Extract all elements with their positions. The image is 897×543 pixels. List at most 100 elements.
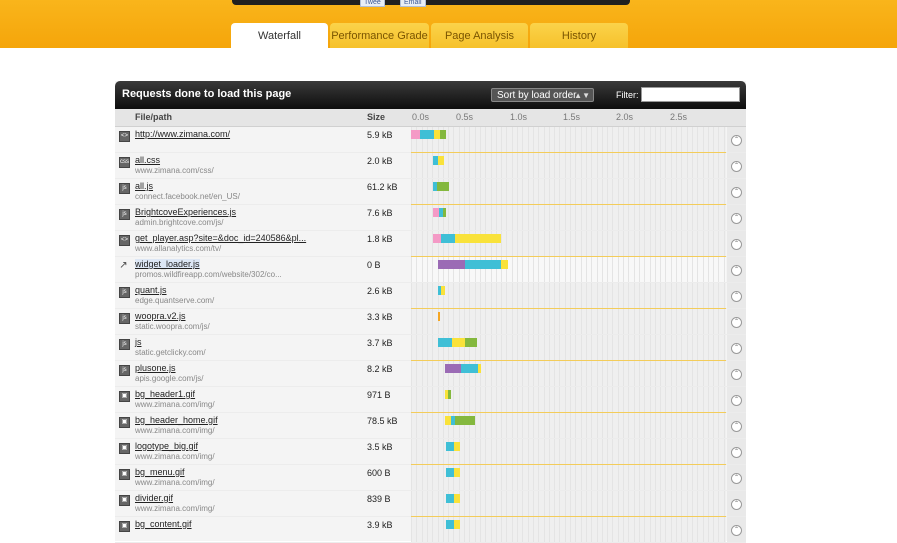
- expand-toggle-icon[interactable]: ⌃: [731, 421, 742, 432]
- grid-line: [506, 439, 508, 464]
- request-file-link[interactable]: all.css: [135, 155, 160, 165]
- email-button[interactable]: Email: [400, 0, 426, 7]
- request-file-link[interactable]: BrightcoveExperiences.js: [135, 207, 236, 217]
- tab-page-analysis[interactable]: Page Analysis: [431, 23, 528, 48]
- request-file-link[interactable]: all.js: [135, 181, 153, 191]
- request-file-link[interactable]: plusone.js: [135, 363, 176, 373]
- grid-line: [522, 491, 524, 516]
- request-row[interactable]: js BrightcoveExperiences.js admin.brightco…: [115, 205, 746, 231]
- expand-toggle-icon[interactable]: ⌃: [731, 473, 742, 484]
- grid-line: [638, 335, 640, 360]
- request-file-link[interactable]: bg_content.gif: [135, 519, 192, 529]
- sort-select[interactable]: Sort by load order ▲▼: [491, 88, 594, 102]
- expand-toggle-icon[interactable]: ⌃: [731, 187, 742, 198]
- tab-waterfall[interactable]: Waterfall: [231, 23, 328, 48]
- grid-line: [506, 231, 508, 256]
- grid-line: [686, 387, 688, 412]
- request-row[interactable]: <> get_player.asp?site=&doc_id=240586&pl.…: [115, 231, 746, 257]
- tweet-button[interactable]: Twee: [360, 0, 385, 7]
- grid-line: [617, 335, 619, 360]
- expand-toggle-icon[interactable]: ⌃: [731, 343, 742, 354]
- grid-line: [612, 335, 614, 360]
- expand-toggle-icon[interactable]: ⌃: [731, 291, 742, 302]
- grid-line: [713, 335, 715, 360]
- request-row[interactable]: js woopra.v2.js static.woopra.com/js/3.3 k…: [115, 309, 746, 335]
- grid-line: [713, 361, 715, 386]
- expand-toggle-icon[interactable]: ⌃: [731, 161, 742, 172]
- request-row[interactable]: ▣ divider.gif www.zimana.com/img/839 B ⌃: [115, 491, 746, 517]
- request-file-link[interactable]: quant.js: [135, 285, 167, 295]
- grid-line: [522, 309, 524, 334]
- grid-line: [495, 153, 497, 178]
- grid-line: [638, 361, 640, 386]
- grid-line: [644, 517, 646, 542]
- expand-toggle-icon[interactable]: ⌃: [731, 369, 742, 380]
- grid-line: [660, 387, 662, 412]
- expand-toggle-icon[interactable]: ⌃: [731, 447, 742, 458]
- request-file-link[interactable]: woopra.v2.js: [135, 311, 186, 321]
- expand-toggle-icon[interactable]: ⌃: [731, 239, 742, 250]
- request-row[interactable]: js js static.getclicky.com/3.7 kB ⌃: [115, 335, 746, 361]
- grid-line: [485, 153, 487, 178]
- request-file-link[interactable]: widget_loader.js: [135, 259, 200, 269]
- request-row[interactable]: ▣ bg_header_home.gif www.zimana.com/img/78…: [115, 413, 746, 439]
- grid-line: [464, 491, 465, 516]
- request-file-link[interactable]: bg_menu.gif: [135, 467, 185, 477]
- grid-line: [670, 127, 672, 152]
- grid-line: [649, 231, 651, 256]
- waterfall-track: [411, 413, 726, 438]
- grid-line: [644, 127, 646, 152]
- waterfall-track: [411, 231, 726, 256]
- request-row[interactable]: <> http://www.zimana.com/5.9 kB ⌃: [115, 127, 746, 153]
- grid-line: [522, 387, 524, 412]
- expand-toggle-icon[interactable]: ⌃: [731, 135, 742, 146]
- request-row[interactable]: ↗ widget_loader.js promos.wildfireapp.com/…: [115, 257, 746, 283]
- request-file-link[interactable]: http://www.zimana.com/: [135, 129, 230, 139]
- request-row[interactable]: js quant.js edge.quantserve.com/2.6 kB ⌃: [115, 283, 746, 309]
- grid-line: [554, 413, 556, 438]
- grid-line: [707, 283, 709, 308]
- tab-history[interactable]: History: [530, 23, 628, 48]
- share-bar: Twee Email: [232, 0, 630, 7]
- grid-line: [691, 127, 693, 152]
- request-row[interactable]: ▣ bg_content.gif 3.9 kB ⌃: [115, 517, 746, 543]
- grid-line: [697, 517, 699, 542]
- waterfall-track: [411, 387, 726, 412]
- grid-line: [485, 179, 487, 204]
- expand-toggle-icon[interactable]: ⌃: [731, 499, 742, 510]
- image-file-icon: ▣: [119, 391, 130, 402]
- request-row[interactable]: css all.css www.zimana.com/css/2.0 kB ⌃: [115, 153, 746, 179]
- request-row[interactable]: ▣ bg_header1.gif www.zimana.com/img/971 B ⌃: [115, 387, 746, 413]
- waterfall-track: [411, 283, 726, 308]
- request-file-link[interactable]: bg_header1.gif: [135, 389, 195, 399]
- request-file-link[interactable]: divider.gif: [135, 493, 173, 503]
- expand-toggle-icon[interactable]: ⌃: [731, 317, 742, 328]
- grid-line: [564, 309, 566, 334]
- grid-line: [691, 387, 693, 412]
- expand-toggle-icon[interactable]: ⌃: [731, 213, 742, 224]
- request-size: 3.9 kB: [367, 520, 393, 530]
- request-row[interactable]: ▣ logotype_big.gif www.zimana.com/img/3.5 …: [115, 439, 746, 465]
- grid-line: [554, 153, 556, 178]
- timing-segment-pink: [433, 234, 441, 243]
- expand-toggle-icon[interactable]: ⌃: [731, 395, 742, 406]
- request-file-link[interactable]: logotype_big.gif: [135, 441, 198, 451]
- tab-performance-grade[interactable]: Performance Grade: [330, 23, 429, 48]
- filter-input[interactable]: [641, 87, 740, 102]
- grid-line: [633, 413, 635, 438]
- request-row[interactable]: js plusone.js apis.google.com/js/8.2 kB ⌃: [115, 361, 746, 387]
- request-file-link[interactable]: bg_header_home.gif: [135, 415, 218, 425]
- request-file-link[interactable]: js: [135, 337, 142, 347]
- grid-line: [564, 127, 566, 152]
- grid-line: [628, 205, 630, 230]
- grid-line: [612, 439, 614, 464]
- request-file-link[interactable]: get_player.asp?site=&doc_id=240586&pl...: [135, 233, 306, 243]
- request-row[interactable]: ▣ bg_menu.gif www.zimana.com/img/600 B ⌃: [115, 465, 746, 491]
- request-row[interactable]: js all.js connect.facebook.net/en_US/61.2 …: [115, 179, 746, 205]
- expand-toggle-icon[interactable]: ⌃: [731, 265, 742, 276]
- grid-line: [580, 309, 582, 334]
- expand-toggle-icon[interactable]: ⌃: [731, 525, 742, 536]
- grid-line: [702, 517, 704, 542]
- grid-line: [686, 361, 688, 386]
- grid-line: [633, 257, 635, 282]
